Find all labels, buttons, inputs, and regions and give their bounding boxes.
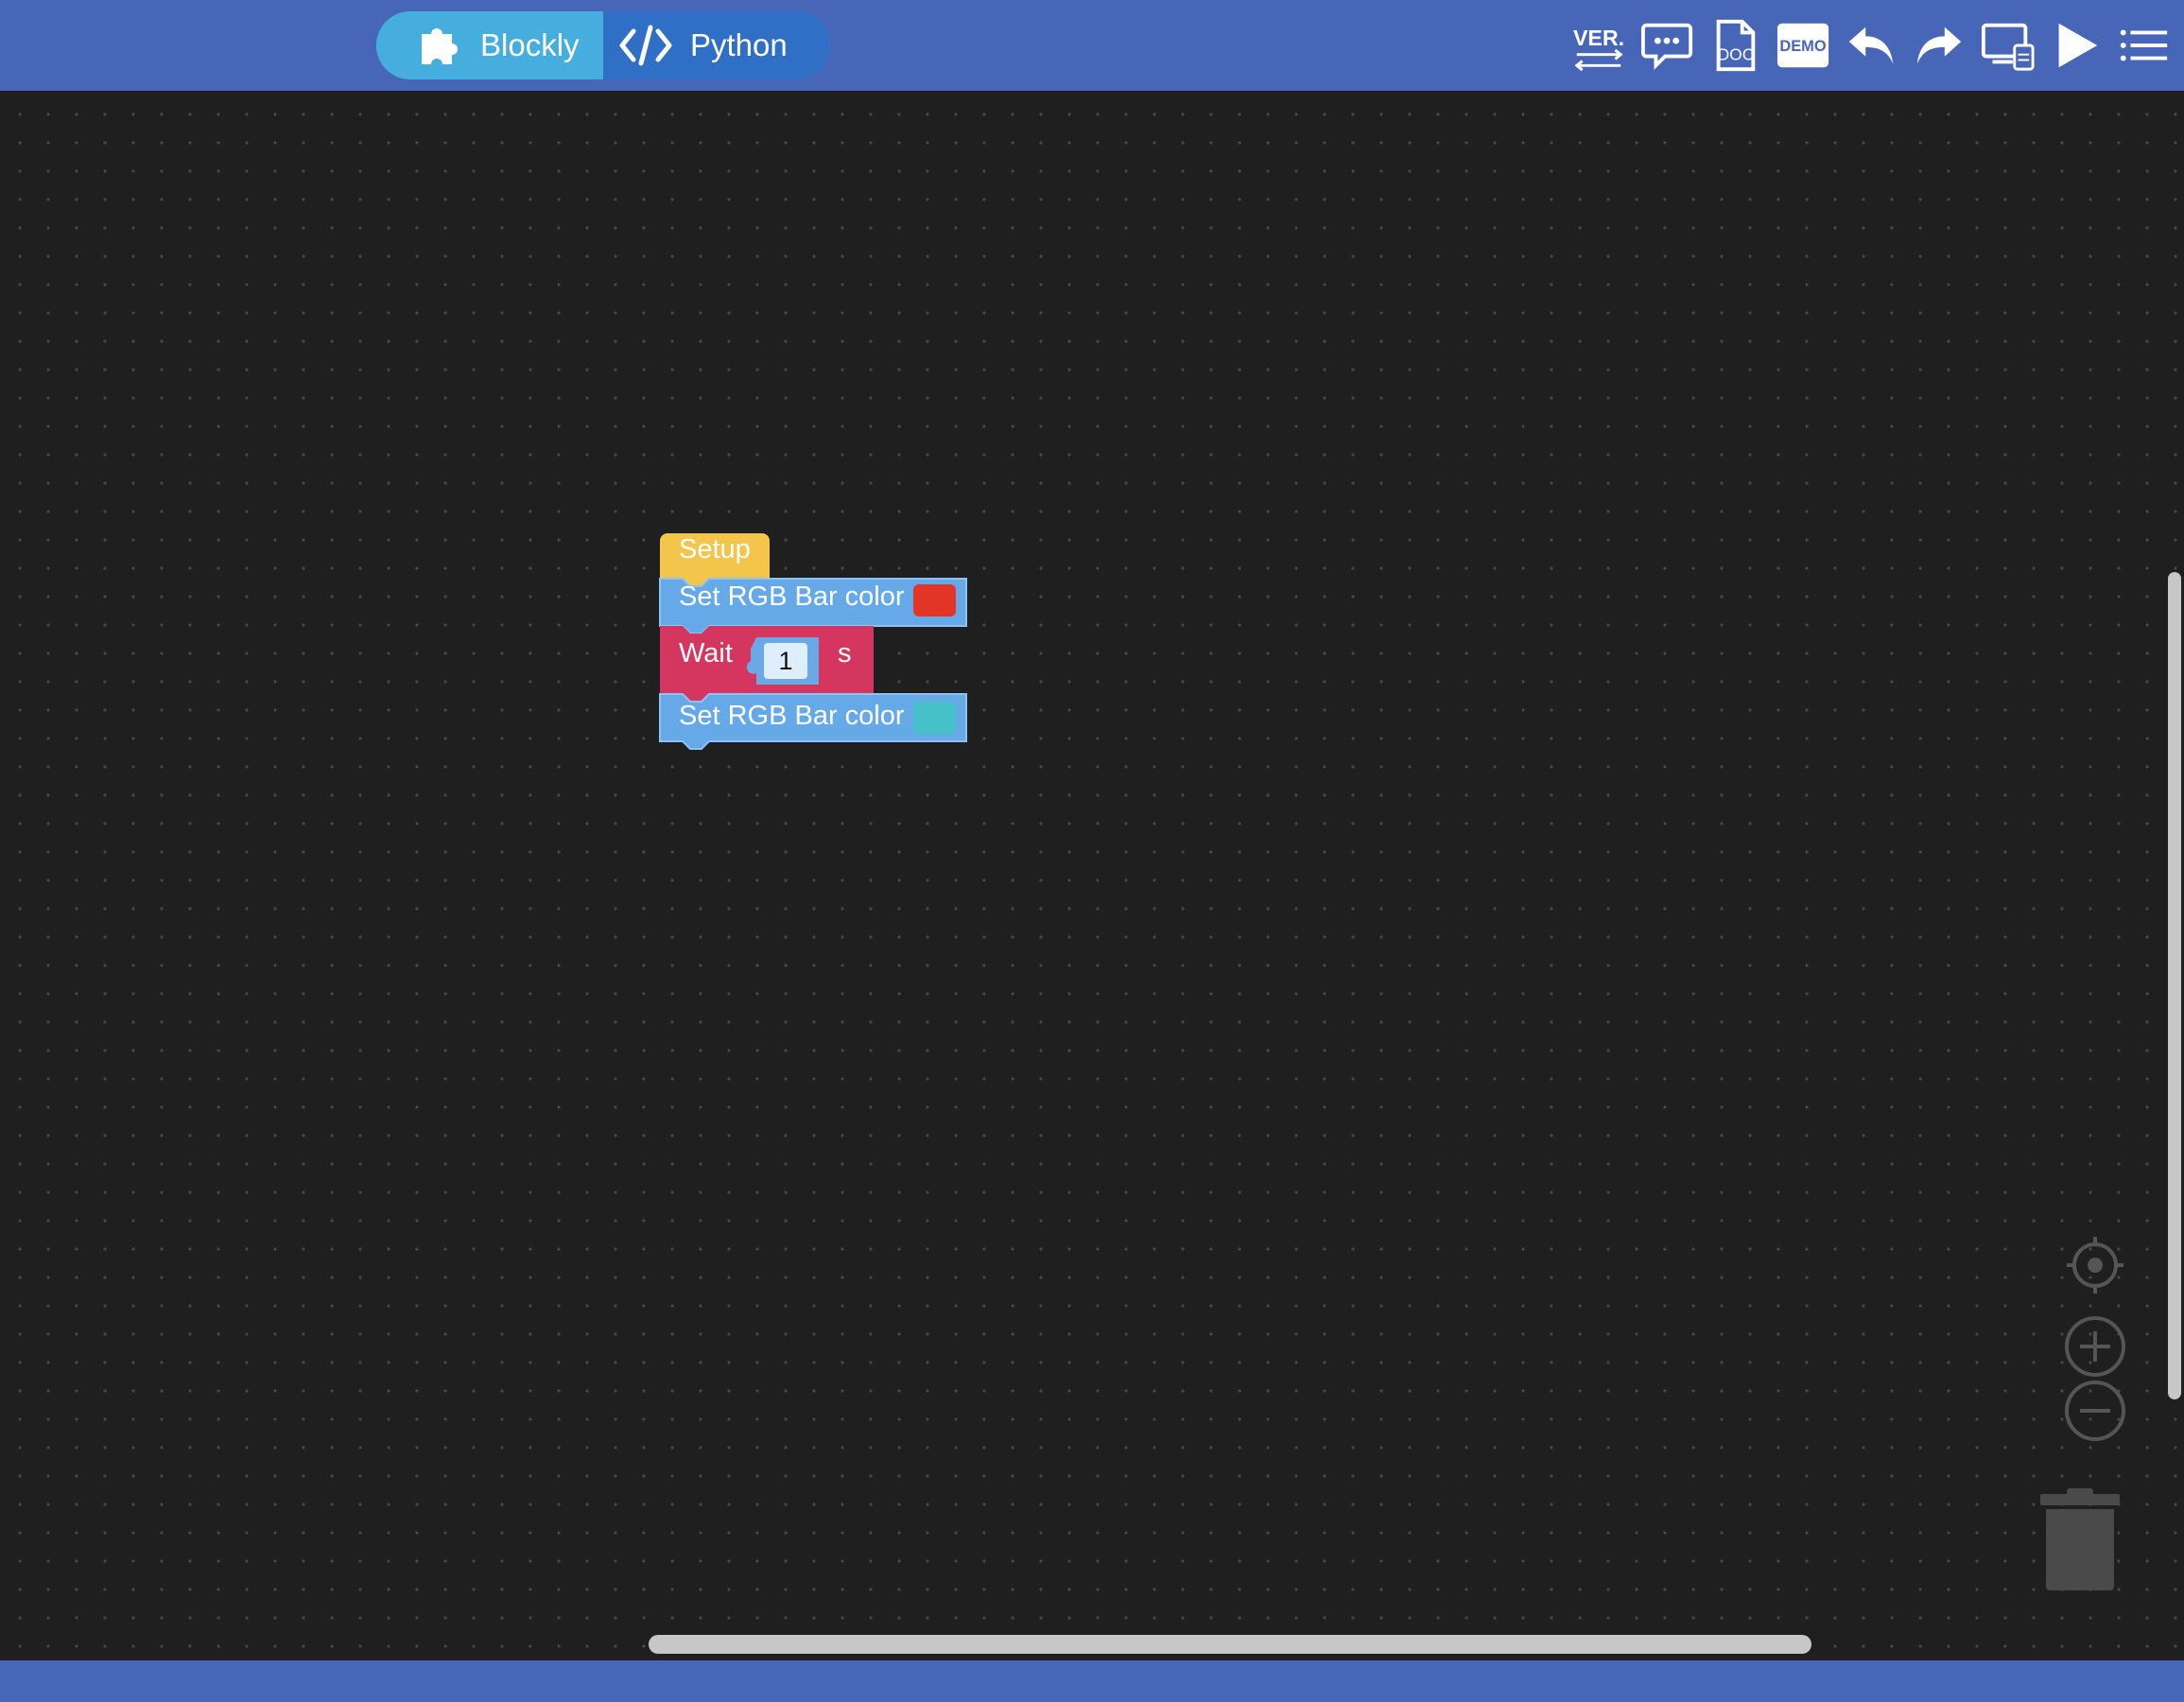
svg-text:DEMO: DEMO	[1779, 38, 1826, 55]
set-rgb-bar-color-block-1[interactable]: Set RGB Bar color	[659, 578, 967, 634]
demo-button[interactable]: DEMO	[1776, 18, 1830, 73]
bottom-bar	[0, 1660, 2184, 1702]
wait-label: Wait	[679, 638, 733, 669]
set-rgb-bar-color-block-2[interactable]: Set RGB Bar color	[659, 693, 967, 750]
device-button[interactable]	[1980, 18, 2035, 73]
vertical-scrollbar[interactable]	[2168, 572, 2181, 1399]
wait-value: 1	[778, 647, 792, 675]
svg-text:DOC: DOC	[1718, 44, 1755, 63]
demo-icon: DEMO	[1777, 23, 1829, 68]
doc-button[interactable]: DOC	[1707, 18, 1762, 73]
redo-button[interactable]	[1912, 18, 1967, 73]
block-canvas: Setup Set RGB Bar color Wait 1 s Set RGB…	[659, 533, 967, 750]
wait-block[interactable]: Wait 1 s	[660, 626, 874, 702]
blockly-workspace[interactable]: Setup Set RGB Bar color Wait 1 s Set RGB…	[0, 91, 2184, 1660]
zoom-in-icon[interactable]	[2063, 1314, 2127, 1379]
zoom-out-icon[interactable]	[2063, 1379, 2127, 1443]
set-rgb-label-2: Set RGB Bar color	[679, 701, 905, 731]
redo-icon	[1916, 26, 1962, 64]
svg-text:VER.: VER.	[1573, 26, 1624, 50]
doc-icon: DOC	[1716, 19, 1756, 72]
wait-value-slot[interactable]: 1	[746, 637, 819, 685]
mode-toggle: Blockly Python	[376, 11, 830, 79]
trash-icon[interactable]	[2038, 1488, 2122, 1592]
version-button[interactable]: VER.	[1571, 18, 1626, 73]
undo-button[interactable]	[1844, 18, 1898, 73]
version-icon: VER.	[1573, 26, 1624, 72]
comment-button[interactable]	[1639, 18, 1694, 73]
puzzle-icon	[422, 28, 458, 64]
menu-icon	[2120, 29, 2168, 61]
recenter-icon[interactable]	[2063, 1233, 2127, 1297]
tab-python[interactable]: Python	[603, 11, 830, 79]
tab-blockly-label: Blockly	[480, 27, 580, 62]
comment-icon	[1640, 23, 1693, 70]
set-rgb-label-1: Set RGB Bar color	[679, 582, 905, 612]
top-bar: Blockly Python VER. DOC DEMO	[0, 0, 2184, 91]
horizontal-scrollbar[interactable]	[649, 1635, 1811, 1654]
color-swatch-teal[interactable]	[913, 702, 956, 734]
toolbar: VER. DOC DEMO	[1571, 13, 2171, 78]
run-icon	[2058, 23, 2098, 68]
setup-label: Setup	[679, 534, 751, 564]
undo-icon	[1848, 26, 1894, 64]
color-swatch-red[interactable]	[913, 584, 956, 617]
run-button[interactable]	[2048, 18, 2103, 73]
wait-unit: s	[838, 638, 852, 669]
tab-blockly[interactable]: Blockly	[376, 11, 603, 79]
code-icon	[619, 25, 672, 66]
menu-button[interactable]	[2116, 18, 2171, 73]
tab-python-label: Python	[690, 27, 788, 62]
device-icon	[1981, 23, 2035, 71]
